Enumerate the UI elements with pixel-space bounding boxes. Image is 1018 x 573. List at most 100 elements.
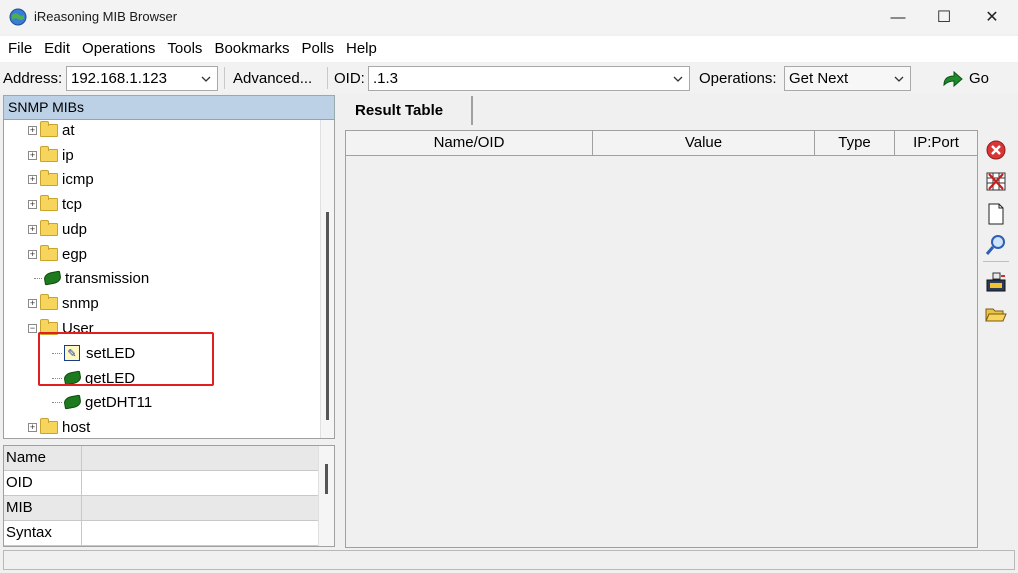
new-document-icon — [988, 203, 1004, 225]
minimize-button[interactable]: — — [874, 0, 922, 34]
minimize-icon: — — [890, 8, 906, 26]
oid-label: OID: — [334, 70, 365, 87]
maximize-button[interactable]: ☐ — [920, 0, 968, 34]
column-header-type[interactable]: Type — [815, 131, 895, 155]
folder-icon — [40, 417, 58, 434]
expand-icon[interactable]: + — [28, 125, 37, 135]
status-bar — [3, 550, 1015, 570]
clear-table-button[interactable] — [985, 170, 1007, 192]
tree-node-label: getDHT11 — [85, 393, 153, 411]
result-table[interactable]: Name/OID Value Type IP:Port — [345, 130, 978, 548]
tree-node[interactable]: + udp — [28, 217, 87, 241]
menu-tools[interactable]: Tools — [161, 36, 208, 62]
mib-tree-header: SNMP MIBs — [3, 95, 335, 119]
table-row: Syntax — [4, 521, 318, 546]
tree-node-label: transmission — [65, 269, 150, 287]
advanced-button[interactable]: Advanced... — [229, 66, 316, 91]
property-value — [82, 496, 318, 520]
scrollbar-thumb[interactable] — [326, 212, 329, 420]
table-row: OID — [4, 471, 318, 496]
new-document-button[interactable] — [985, 203, 1007, 225]
property-value — [82, 446, 318, 470]
menu-polls[interactable]: Polls — [295, 36, 340, 62]
collapse-icon[interactable]: − — [28, 323, 37, 333]
properties-scrollbar[interactable] — [318, 446, 334, 546]
property-value — [82, 471, 318, 495]
menu-operations[interactable]: Operations — [76, 36, 161, 62]
maximize-icon: ☐ — [936, 9, 952, 26]
toolbar-separator — [983, 261, 1009, 262]
tree-node[interactable]: getDHT11 — [52, 390, 152, 414]
expand-icon[interactable]: + — [28, 249, 37, 259]
folder-icon — [40, 169, 58, 186]
window-title: iReasoning MIB Browser — [34, 9, 178, 24]
property-name: Name — [4, 446, 82, 470]
scrollbar-thumb[interactable] — [325, 464, 328, 494]
find-icon — [985, 235, 1005, 255]
tree-node[interactable]: + tcp — [28, 192, 82, 216]
tree-node-label: at — [62, 121, 75, 139]
tree-node[interactable]: + host — [28, 415, 91, 438]
folder-icon — [40, 219, 58, 236]
menu-file[interactable]: File — [2, 36, 38, 62]
tab-result-table[interactable]: Result Table — [343, 96, 473, 125]
menu-edit[interactable]: Edit — [38, 36, 76, 62]
expand-icon[interactable]: + — [28, 174, 37, 184]
tree-node[interactable]: + snmp — [28, 291, 99, 315]
toolbar-separator — [327, 67, 328, 89]
app-globe-icon — [9, 8, 27, 26]
tree-node-label: host — [62, 418, 91, 436]
clear-table-icon — [986, 172, 1006, 191]
expand-icon[interactable]: + — [28, 298, 37, 308]
expand-icon[interactable]: + — [28, 199, 37, 209]
operations-combo[interactable]: Get Next — [784, 66, 911, 91]
table-row: MIB — [4, 496, 318, 521]
menu-bookmarks[interactable]: Bookmarks — [208, 36, 295, 62]
chevron-down-icon[interactable] — [671, 67, 685, 90]
chevron-down-icon[interactable] — [892, 67, 906, 90]
column-header-value[interactable]: Value — [593, 131, 815, 155]
open-folder-icon — [985, 308, 1007, 322]
expand-icon[interactable]: + — [28, 422, 37, 432]
tree-node-label: ip — [62, 146, 74, 164]
tree-connector — [52, 401, 62, 403]
folder-icon — [40, 244, 58, 261]
find-button[interactable] — [985, 234, 1007, 256]
folder-icon — [40, 145, 58, 162]
tree-node[interactable]: + egp — [28, 242, 87, 266]
column-header-name-oid[interactable]: Name/OID — [346, 131, 593, 155]
property-name: MIB — [4, 496, 82, 520]
export-icon — [986, 272, 1006, 292]
property-name: Syntax — [4, 521, 82, 545]
expand-icon[interactable]: + — [28, 150, 37, 160]
tree-node-label: udp — [62, 220, 88, 238]
stop-button[interactable] — [985, 139, 1007, 161]
folder-icon — [40, 194, 58, 211]
stop-icon — [986, 140, 1006, 160]
tree-node[interactable]: + at — [28, 120, 75, 142]
tree-node-label: snmp — [62, 294, 99, 312]
tree-node[interactable]: + icmp — [28, 167, 94, 191]
tree-node[interactable]: transmission — [34, 266, 149, 290]
oid-value: .1.3 — [373, 70, 399, 87]
chevron-down-icon[interactable] — [199, 67, 213, 90]
properties-table: Name OID MIB Syntax — [3, 445, 335, 547]
tree-node[interactable]: + ip — [28, 143, 74, 167]
address-combo[interactable]: 192.168.1.123 — [66, 66, 218, 91]
close-window-button[interactable]: ✕ — [968, 0, 1016, 34]
property-name: OID — [4, 471, 82, 495]
menu-help[interactable]: Help — [340, 36, 383, 62]
column-header-ip-port[interactable]: IP:Port — [895, 131, 977, 155]
property-value — [82, 521, 318, 545]
oid-combo[interactable]: .1.3 — [368, 66, 690, 91]
export-button[interactable] — [985, 271, 1007, 293]
result-table-header: Name/OID Value Type IP:Port — [346, 131, 977, 156]
tree-node-label: egp — [62, 245, 88, 263]
tree-scrollbar[interactable] — [320, 120, 334, 438]
open-folder-button[interactable] — [985, 303, 1007, 325]
go-button[interactable]: Go — [937, 66, 993, 91]
expand-icon[interactable]: + — [28, 224, 37, 234]
mib-tree[interactable]: + at + ip + icmp + tcp + udp + egp trans… — [3, 119, 335, 439]
title-bar: iReasoning MIB Browser — ☐ ✕ — [0, 0, 1018, 34]
address-label: Address: — [3, 70, 63, 87]
